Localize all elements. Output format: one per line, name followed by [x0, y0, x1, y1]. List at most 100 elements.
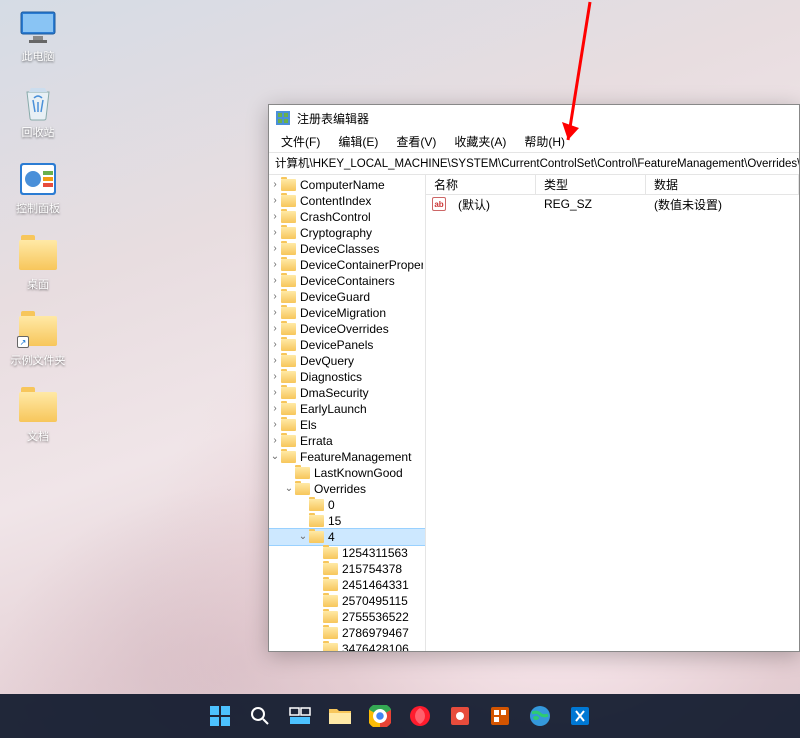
menu-help[interactable]: 帮助(H)	[516, 131, 573, 152]
tree-node[interactable]: 1254311563	[269, 545, 425, 561]
desktop-icon-control-panel[interactable]: 控制面板	[10, 160, 66, 216]
tree-node[interactable]: 215754378	[269, 561, 425, 577]
tree-node[interactable]: ⌄4	[269, 529, 425, 545]
address-bar[interactable]: 计算机\HKEY_LOCAL_MACHINE\SYSTEM\CurrentCon…	[269, 153, 799, 175]
values-panel[interactable]: 名称 类型 数据 ab (默认) REG_SZ (数值未设置)	[426, 175, 799, 651]
tree-node[interactable]: ›Cryptography	[269, 225, 425, 241]
tree-node[interactable]: › DeviceMigration	[269, 305, 425, 321]
chevron-down-icon[interactable]: ⌄	[297, 529, 309, 545]
tree-node[interactable]: 2755536522	[269, 609, 425, 625]
chevron-right-icon[interactable]: ›	[269, 273, 281, 289]
taskbar-browser-button[interactable]	[403, 699, 437, 733]
content-panes: ›ComputerName›ContentIndex›CrashControl›…	[269, 175, 799, 651]
tree-node[interactable]: 0	[269, 497, 425, 513]
folder-icon	[295, 483, 310, 495]
menu-file[interactable]: 文件(F)	[273, 131, 328, 152]
tree-node[interactable]: ›DeviceGuard	[269, 289, 425, 305]
chevron-right-icon[interactable]: ›	[269, 321, 281, 337]
chevron-right-icon[interactable]: ›	[269, 337, 281, 353]
taskbar-chrome-button[interactable]	[363, 699, 397, 733]
tree-node[interactable]: ›ContentIndex	[269, 193, 425, 209]
folder-icon	[281, 451, 296, 463]
tree-node[interactable]: ›DeviceOverrides	[269, 321, 425, 337]
taskbar-search-button[interactable]	[243, 699, 277, 733]
chevron-down-icon[interactable]: ⌄	[269, 449, 281, 465]
desktop-icon-this-pc[interactable]: 此电脑	[10, 8, 66, 64]
chevron-right-icon[interactable]: ›	[269, 417, 281, 433]
chevron-right-icon[interactable]: ›	[269, 225, 281, 241]
menu-view[interactable]: 查看(V)	[388, 131, 444, 152]
menu-edit[interactable]: 编辑(E)	[330, 131, 386, 152]
tree-node[interactable]: › Diagnostics	[269, 369, 425, 385]
chevron-right-icon[interactable]: ›	[269, 257, 281, 273]
tree-node[interactable]: 15	[269, 513, 425, 529]
tree-node[interactable]: ›DmaSecurity	[269, 385, 425, 401]
folder-shortcut-icon: ↗	[19, 312, 57, 350]
tree-node[interactable]: 2570495115	[269, 593, 425, 609]
tree-node-label: 3476428106	[342, 641, 409, 651]
tree-node-label: LastKnownGood	[314, 465, 403, 481]
folder-icon	[281, 387, 296, 399]
folder-icon	[19, 388, 57, 426]
taskbar-task-view-button[interactable]	[283, 699, 317, 733]
taskbar-app-button[interactable]	[483, 699, 517, 733]
taskbar-settings-button[interactable]	[443, 699, 477, 733]
desktop-icon-recycle-bin[interactable]: 回收站	[10, 84, 66, 140]
col-data[interactable]: 数据	[646, 175, 799, 194]
chevron-right-icon[interactable]: ›	[269, 177, 281, 193]
desktop-icon-pictures[interactable]: 桌面	[10, 236, 66, 292]
tree-node[interactable]: ⌄Overrides	[269, 481, 425, 497]
chevron-right-icon[interactable]: ›	[269, 241, 281, 257]
tree-node[interactable]: 2451464331	[269, 577, 425, 593]
chevron-right-icon[interactable]: ›	[269, 305, 281, 321]
taskbar-editor-button[interactable]	[563, 699, 597, 733]
chevron-down-icon[interactable]: ⌄	[283, 481, 295, 497]
tree-node[interactable]: ›DevicePanels	[269, 337, 425, 353]
tree-node-label: Diagnostics	[300, 369, 362, 385]
tree-node-label: DeviceContainers	[300, 273, 395, 289]
tree-node[interactable]: 2786979467	[269, 625, 425, 641]
taskbar-file-explorer-button[interactable]	[323, 699, 357, 733]
chevron-right-icon[interactable]: ›	[269, 353, 281, 369]
tree-node[interactable]: ›Errata	[269, 433, 425, 449]
tree-node[interactable]: ›CrashControl	[269, 209, 425, 225]
folder-icon	[309, 499, 324, 511]
titlebar[interactable]: 注册表编辑器	[269, 105, 799, 131]
tree-node[interactable]: ›DevQuery	[269, 353, 425, 369]
tree-node[interactable]: ›DeviceContainerPropertyUpdate	[269, 257, 425, 273]
tree-node[interactable]: ›EarlyLaunch	[269, 401, 425, 417]
tree-node[interactable]: › DeviceClasses	[269, 241, 425, 257]
taskbar-globe-button[interactable]	[523, 699, 557, 733]
tree-node[interactable]: ›Els	[269, 417, 425, 433]
tree-node-label: DeviceClasses	[300, 241, 379, 257]
chevron-right-icon[interactable]: ›	[269, 289, 281, 305]
tree-node[interactable]: › DeviceContainers	[269, 273, 425, 289]
value-row-default[interactable]: ab (默认) REG_SZ (数值未设置)	[426, 195, 799, 213]
folder-icon	[281, 339, 296, 351]
chevron-right-icon[interactable]: ›	[269, 193, 281, 209]
tree-node[interactable]: 3476428106	[269, 641, 425, 651]
pc-icon	[19, 8, 57, 46]
desktop-icon-documents[interactable]: 文档	[10, 388, 66, 444]
tree-node[interactable]: ⌄ FeatureManagement	[269, 449, 425, 465]
tree-node-label: ComputerName	[300, 177, 385, 193]
col-name[interactable]: 名称	[426, 175, 536, 194]
taskbar-start-button[interactable]	[203, 699, 237, 733]
tree-node-label: DeviceMigration	[300, 305, 386, 321]
menu-favorites[interactable]: 收藏夹(A)	[446, 131, 514, 152]
chevron-right-icon[interactable]: ›	[269, 369, 281, 385]
col-type[interactable]: 类型	[536, 175, 646, 194]
chevron-right-icon[interactable]: ›	[269, 385, 281, 401]
chevron-right-icon[interactable]: ›	[269, 433, 281, 449]
desktop-icon-shortcut-folder[interactable]: ↗ 示例文件夹	[10, 312, 66, 368]
tree-panel[interactable]: ›ComputerName›ContentIndex›CrashControl›…	[269, 175, 426, 651]
tree-node[interactable]: › ComputerName	[269, 177, 425, 193]
chevron-right-icon[interactable]: ›	[269, 401, 281, 417]
chevron-right-icon[interactable]: ›	[269, 209, 281, 225]
folder-icon	[281, 419, 296, 431]
tree-node-label: FeatureManagement	[300, 449, 411, 465]
tree-node-label: 2570495115	[342, 593, 408, 609]
folder-icon	[309, 531, 324, 543]
tree-node[interactable]: LastKnownGood	[269, 465, 425, 481]
control-panel-icon	[19, 160, 57, 198]
